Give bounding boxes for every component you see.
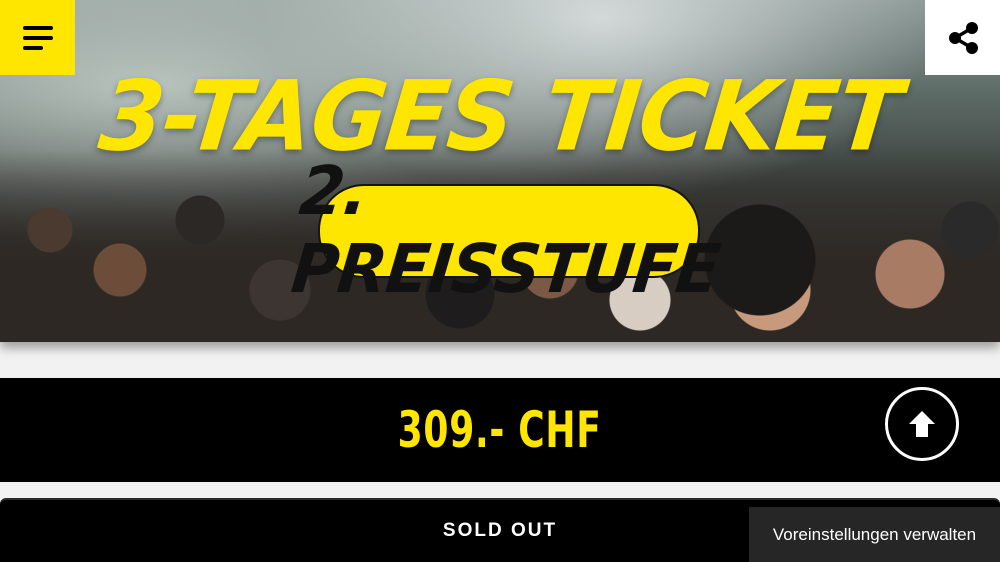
cookie-settings-label: Voreinstellungen verwalten: [772, 524, 977, 544]
hamburger-menu-icon: [22, 25, 53, 30]
arrow-up-icon: [909, 411, 935, 437]
sold-out-label: SOLD OUT: [442, 520, 558, 541]
price-bar: 309.- CHF: [0, 378, 1000, 482]
price-tier-label: 2. PREISSTUFE: [287, 153, 723, 309]
share-icon: [948, 21, 978, 54]
ticket-price: 309.- CHF: [398, 401, 602, 459]
scroll-to-top-button[interactable]: [885, 387, 959, 461]
cookie-settings-button[interactable]: Voreinstellungen verwalten: [749, 507, 1000, 562]
menu-button[interactable]: [0, 0, 75, 75]
share-button[interactable]: [925, 0, 1000, 75]
hero-banner: 3-TAGES TICKET 2. PREISSTUFE: [0, 0, 1000, 342]
hamburger-menu-icon-line-short: [22, 45, 43, 50]
hamburger-menu-icon-line: [22, 35, 53, 40]
price-tier-badge: 2. PREISSTUFE: [287, 153, 722, 308]
